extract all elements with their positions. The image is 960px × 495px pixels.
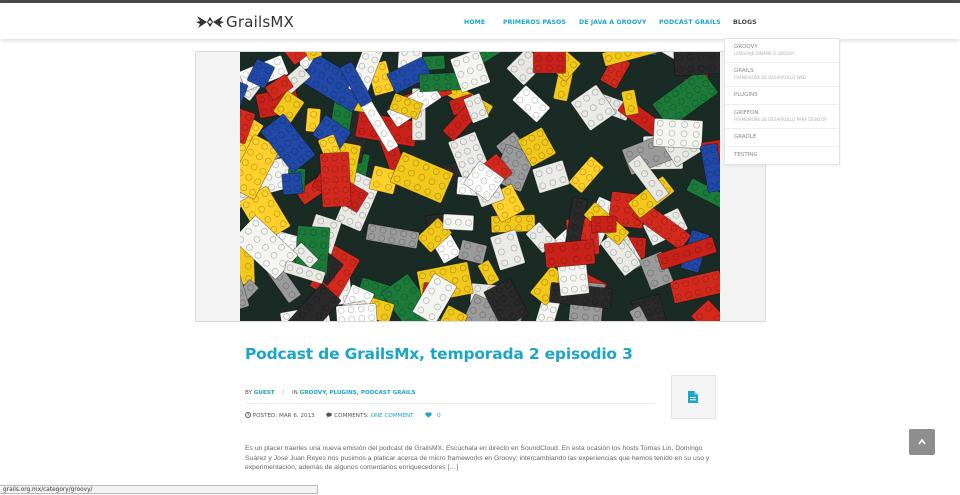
dropdown-item-groovy[interactable]: GROOVY LENGUAJE DINÁMICO GROOVY bbox=[725, 39, 839, 63]
category-links[interactable]: GROOVY, PLUGINS, PODCAST GRAILS bbox=[300, 390, 416, 396]
post-meta: POSTED: MAR 6, 2013 COMMENTS: ONE COMMEN… bbox=[245, 412, 441, 419]
dropdown-item-subtitle: FRAMEWORK DE DESARROLLO PARA DESKTOP bbox=[734, 117, 830, 122]
document-icon bbox=[688, 391, 698, 403]
comment-icon bbox=[326, 412, 332, 418]
scroll-to-top-button[interactable] bbox=[909, 429, 935, 455]
post-excerpt: Es un placer traerles una nueva emisión … bbox=[245, 444, 715, 473]
comments-link[interactable]: ONE COMMENT bbox=[371, 413, 414, 419]
dropdown-item-title: TESTING bbox=[734, 152, 830, 158]
lego-bricks-illustration bbox=[240, 52, 720, 321]
dropdown-item-title: GRIFFON bbox=[734, 110, 830, 116]
post-byline: BY GUEST / IN GROOVY, PLUGINS, PODCAST G… bbox=[245, 390, 416, 396]
nav-de-java-a-groovy[interactable]: DE JAVA A GROOVY bbox=[579, 19, 647, 26]
by-label: BY bbox=[245, 390, 252, 396]
byline-separator: / bbox=[282, 390, 284, 396]
nav-blogs[interactable]: BLOGS bbox=[733, 19, 757, 26]
dropdown-item-testing[interactable]: TESTING bbox=[725, 147, 839, 164]
dropdown-item-title: GRADLE bbox=[734, 134, 830, 140]
dropdown-item-grails[interactable]: GRAILS FRAMEWORK DE DESARROLLO WEB bbox=[725, 63, 839, 87]
dropdown-item-subtitle: FRAMEWORK DE DESARROLLO WEB bbox=[734, 75, 830, 80]
nav-primeros-pasos[interactable]: PRIMEROS PASOS bbox=[503, 19, 566, 26]
dropdown-item-title: GROOVY bbox=[734, 44, 830, 50]
comments-label: COMMENTS: bbox=[334, 413, 369, 419]
blogs-dropdown-menu: GROOVY LENGUAJE DINÁMICO GROOVY GRAILS F… bbox=[724, 38, 840, 165]
dropdown-item-gradle[interactable]: GRADLE bbox=[725, 129, 839, 147]
heart-icon[interactable] bbox=[425, 412, 432, 418]
dropdown-item-title: PLUGINS bbox=[734, 92, 830, 98]
author-link[interactable]: GUEST bbox=[254, 390, 275, 396]
site-header: GrailsMX HOME PRIMEROS PASOS DE JAVA A G… bbox=[0, 3, 960, 39]
dropdown-item-griffon[interactable]: GRIFFON FRAMEWORK DE DESARROLLO PARA DES… bbox=[725, 105, 839, 129]
meta-divider bbox=[245, 403, 655, 404]
post-format-box[interactable] bbox=[671, 375, 716, 419]
posted-date: POSTED: MAR 6, 2013 bbox=[253, 413, 315, 419]
status-bar-url: grails.org.mx/category/groovy/ bbox=[0, 485, 318, 494]
nav-home[interactable]: HOME bbox=[464, 19, 485, 26]
likes-count[interactable]: 0 bbox=[437, 413, 441, 419]
clock-icon bbox=[245, 412, 251, 418]
logo-text: GrailsMX bbox=[226, 13, 294, 31]
site-logo[interactable]: GrailsMX bbox=[196, 13, 294, 31]
chevron-up-icon bbox=[918, 438, 926, 446]
dropdown-item-title: GRAILS bbox=[734, 68, 830, 74]
post-title[interactable]: Podcast de GrailsMx, temporada 2 episodi… bbox=[245, 345, 633, 363]
winged-logo-icon bbox=[196, 14, 224, 30]
featured-image-lego-bricks[interactable] bbox=[240, 52, 720, 321]
nav-podcast-grails[interactable]: PODCAST GRAILS bbox=[659, 19, 721, 26]
dropdown-item-plugins[interactable]: PLUGINS bbox=[725, 87, 839, 105]
dropdown-item-subtitle: LENGUAJE DINÁMICO GROOVY bbox=[734, 51, 830, 56]
in-label: IN bbox=[292, 390, 298, 396]
